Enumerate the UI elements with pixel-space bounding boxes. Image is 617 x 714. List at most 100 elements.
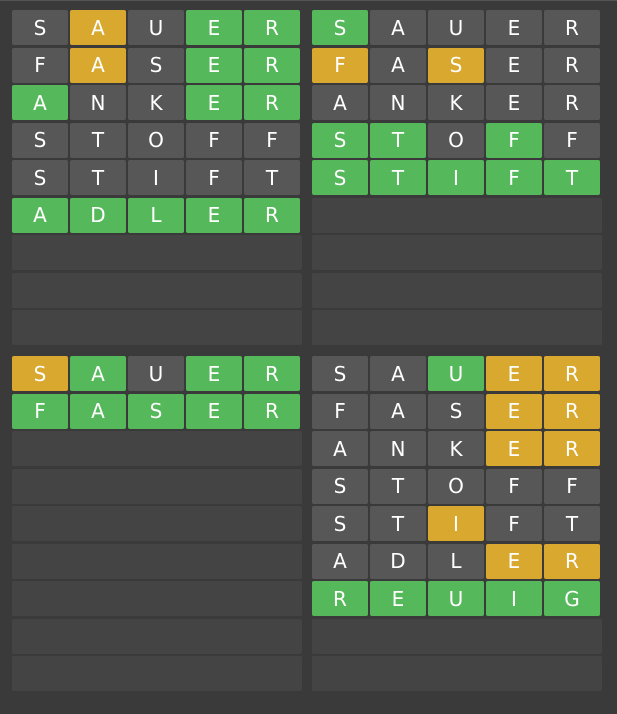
letter-tile: T [244,160,300,195]
guess-row: ADLER [12,197,302,233]
empty-row [312,272,602,308]
letter-tile: U [128,356,184,391]
letter-tile: U [428,356,484,391]
guess-row: STOFF [312,122,602,158]
letter-tile: R [544,431,600,466]
empty-row [312,618,602,654]
letter-tile: S [312,468,368,504]
letter-tile: U [428,581,484,616]
letter-tile: R [544,356,600,391]
letter-tile: S [12,160,68,195]
letter-tile: F [486,122,542,158]
letter-tile: A [312,431,368,466]
letter-tile: A [70,356,126,391]
letter-tile: R [544,85,600,120]
letter-tile: R [244,10,300,45]
empty-row [312,656,602,691]
guess-row: ANKER [312,85,602,120]
letter-tile: R [544,393,600,429]
letter-tile: R [544,10,600,45]
empty-row [12,581,302,616]
letter-tile: F [544,122,600,158]
letter-tile: A [312,85,368,120]
letter-tile: R [244,356,300,391]
letter-tile: D [70,197,126,233]
board-top-left: SAUERFASERANKERSTOFFSTIFTADLER [12,10,302,348]
letter-tile: F [244,122,300,158]
letter-tile: E [486,356,542,391]
letter-tile: S [312,10,368,45]
empty-row [12,506,302,541]
letter-tile: F [312,393,368,429]
letter-tile: D [370,543,426,579]
letter-tile: S [428,393,484,429]
guess-row: ANKER [12,85,302,120]
empty-row [12,235,302,270]
letter-tile: R [244,197,300,233]
empty-row [12,272,302,308]
letter-tile: E [186,197,242,233]
letter-tile: S [12,356,68,391]
letter-tile: F [486,506,542,541]
letter-tile: F [486,468,542,504]
letter-tile: A [370,393,426,429]
letter-tile: T [544,506,600,541]
letter-tile: A [12,85,68,120]
letter-tile: A [70,393,126,429]
letter-tile: F [312,47,368,83]
guess-row: FASER [312,393,602,429]
letter-tile: T [544,160,600,195]
letter-tile: S [128,393,184,429]
letter-tile: I [428,506,484,541]
guess-row: STOFF [312,468,602,504]
letter-tile: A [12,197,68,233]
letter-tile: T [370,468,426,504]
letter-tile: O [428,468,484,504]
letter-tile: F [186,160,242,195]
letter-tile: S [312,160,368,195]
letter-tile: R [244,85,300,120]
letter-tile: E [486,85,542,120]
letter-tile: T [370,160,426,195]
letter-tile: A [370,47,426,83]
letter-tile: S [12,122,68,158]
empty-row [312,310,602,345]
letter-tile: I [128,160,184,195]
letter-tile: F [12,47,68,83]
letter-tile: T [370,122,426,158]
letter-tile: F [544,468,600,504]
letter-tile: S [428,47,484,83]
empty-row [12,468,302,504]
letter-tile: E [186,356,242,391]
guess-row: STOFF [12,122,302,158]
letter-tile: U [428,10,484,45]
letter-tile: U [128,10,184,45]
letter-tile: G [544,581,600,616]
letter-tile: A [70,10,126,45]
letter-tile: N [370,85,426,120]
board-top-right: SAUERFASERANKERSTOFFSTIFT [312,10,602,348]
empty-row [312,235,602,270]
guess-row: SAUER [12,356,302,391]
letter-tile: T [370,506,426,541]
letter-tile: A [312,543,368,579]
empty-row [12,310,302,345]
letter-tile: R [244,47,300,83]
letter-tile: F [186,122,242,158]
guess-row: ANKER [312,431,602,466]
letter-tile: E [370,581,426,616]
letter-tile: N [70,85,126,120]
letter-tile: N [370,431,426,466]
guess-row: SAUER [12,10,302,45]
letter-tile: R [544,543,600,579]
letter-tile: L [128,197,184,233]
letter-tile: L [428,543,484,579]
guess-row: SAUER [312,10,602,45]
top-divider [0,0,617,1]
letter-tile: K [128,85,184,120]
letter-tile: R [312,581,368,616]
letter-tile: K [428,85,484,120]
letter-tile: E [486,543,542,579]
letter-tile: O [428,122,484,158]
letter-tile: T [70,122,126,158]
